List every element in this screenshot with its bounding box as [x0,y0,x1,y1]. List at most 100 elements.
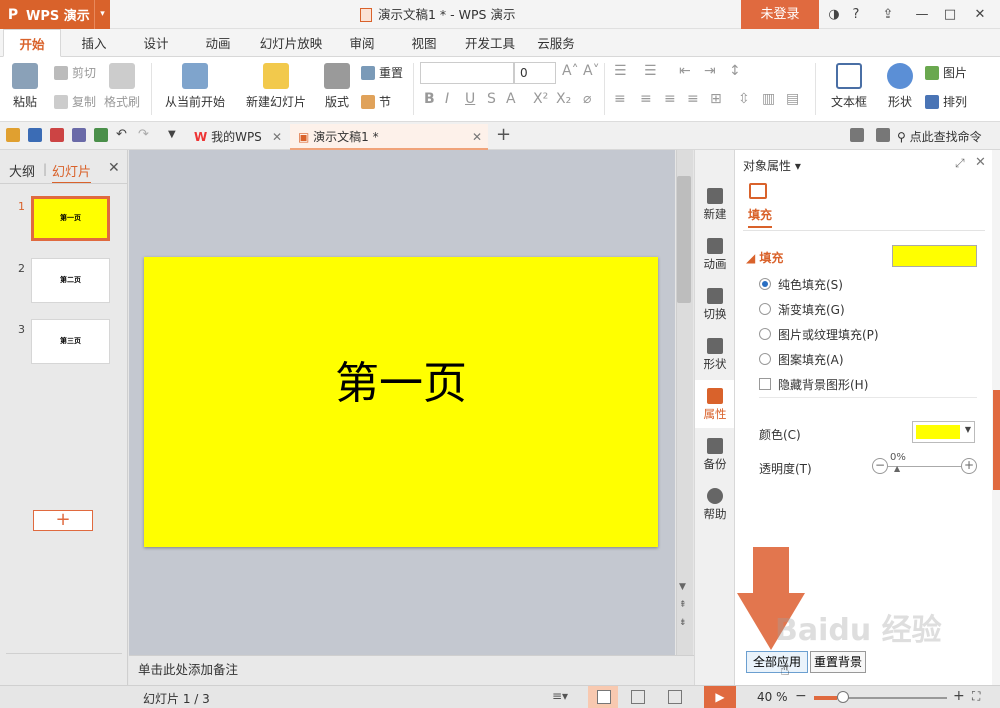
close-pane-icon[interactable]: ✕ [975,155,986,170]
shape-button[interactable]: 形状 [880,63,920,110]
app-menu-button[interactable]: P WPS 演示 ▾ [0,0,110,29]
share-icon[interactable] [876,128,890,142]
fill-section-title[interactable]: ◢ 填充 [746,249,783,266]
maximize-button[interactable]: □ [940,0,960,29]
numbering-icon[interactable]: ☰ [644,63,657,79]
help-icon[interactable]: ? [846,0,866,29]
picture-fill-radio[interactable] [759,328,771,340]
decrease-font-icon[interactable]: A˅ [583,63,600,79]
bullets-icon[interactable]: ☰ [614,63,627,79]
next-slide-icon[interactable]: ⇟ [679,618,687,628]
app-dropdown-icon[interactable]: ▾ [94,0,110,29]
tab-developer[interactable]: 开发工具 [458,29,522,57]
redo-icon[interactable]: ↷ [138,128,152,142]
zoom-level[interactable]: 40 % [757,690,788,704]
tab-slides[interactable]: 幻灯片 [52,161,92,184]
align-center-icon[interactable]: ≡ [640,91,652,107]
slide-thumbnail-2[interactable]: 第二页 [31,258,110,303]
reset-button[interactable]: 重置 [361,64,403,81]
subscript-icon[interactable]: X₂ [556,91,571,107]
font-color-icon[interactable]: A [506,91,516,107]
paragraph-spacing-icon[interactable]: ⇳ [738,91,750,107]
print-preview-icon[interactable] [94,128,108,142]
distribute-icon[interactable]: ⊞ [710,91,722,107]
skin-icon[interactable]: ◑ [824,0,844,29]
close-panel-icon[interactable]: ✕ [108,160,120,176]
side-help[interactable]: 帮助 [695,488,735,522]
side-properties[interactable]: 属性 [695,380,735,428]
save-icon[interactable] [28,128,42,142]
text-box-button[interactable]: 文本框 [824,63,874,110]
cut-button[interactable]: 剪切 [54,64,96,81]
clear-format-icon[interactable]: ⌀ [583,91,591,107]
slide-thumbnail-3[interactable]: 第三页 [31,319,110,364]
arrange-button[interactable]: 排列 [925,93,967,110]
section-button[interactable]: 节 [361,93,391,110]
tab-animation[interactable]: 动画 [192,29,244,57]
hide-bg-checkbox[interactable] [759,378,771,390]
undo-icon[interactable]: ↶ [116,128,130,142]
picture-button[interactable]: 图片 [925,64,967,81]
side-shape[interactable]: 形状 [695,338,735,372]
prev-slide-icon[interactable]: ⇞ [679,600,687,610]
transparency-plus-icon[interactable]: + [961,458,977,474]
zoom-slider-thumb[interactable] [837,691,849,703]
login-button[interactable]: 未登录 [741,0,819,29]
layout-button[interactable]: 版式 [318,63,356,110]
scrollbar-thumb[interactable] [677,176,691,303]
shadow-icon[interactable]: S [487,91,496,107]
side-animation[interactable]: 动画 [695,238,735,272]
gradient-fill-radio[interactable] [759,303,771,315]
justify-icon[interactable]: ≡ [687,91,699,107]
italic-icon[interactable]: I [445,91,449,107]
side-transition[interactable]: 切换 [695,288,735,322]
columns-icon[interactable]: ▥ [762,91,775,107]
new-slide-button[interactable]: 新建幻灯片 [238,63,314,110]
slide-title[interactable]: 第一页 [144,347,658,411]
tab-review[interactable]: 审阅 [336,29,388,57]
scroll-down-icon[interactable]: ▼ [679,582,686,592]
open-icon[interactable] [6,128,20,142]
tab-home[interactable]: 开始 [3,29,61,57]
text-direction-icon[interactable]: ▤ [786,91,799,107]
doc-tab-mywps[interactable]: W 我的WPS ✕ [186,124,288,150]
export-pdf-icon[interactable] [50,128,64,142]
fill-color-swatch[interactable] [892,245,977,267]
tab-insert[interactable]: 插入 [68,29,120,57]
customize-dropdown-icon[interactable]: ▼ [168,128,182,142]
side-new[interactable]: 新建 [695,188,735,222]
doc-tab-presentation[interactable]: ▣ 演示文稿1 * ✕ [290,124,488,150]
print-icon[interactable] [72,128,86,142]
color-picker[interactable]: ▼ [912,421,975,443]
notes-area[interactable]: 单击此处添加备注 [129,655,694,685]
align-left-icon[interactable]: ≡ [614,91,626,107]
line-spacing-icon[interactable]: ↕ [729,63,741,79]
align-right-icon[interactable]: ≡ [664,91,676,107]
slide-sorter-icon[interactable] [631,690,645,704]
underline-icon[interactable]: U [465,91,475,107]
tab-design[interactable]: 设计 [130,29,182,57]
reset-background-button[interactable]: 重置背景 [810,651,866,673]
current-slide[interactable]: 第一页 [144,257,658,547]
play-from-current-button[interactable]: 从当前开始 [158,63,232,110]
superscript-icon[interactable]: X² [533,91,548,107]
zoom-in-icon[interactable]: + [953,688,965,704]
pin-icon[interactable] [850,128,864,142]
play-slideshow-button[interactable]: ▶ [704,686,736,708]
tab-view[interactable]: 视图 [398,29,450,57]
side-backup[interactable]: 备份 [695,438,735,472]
add-slide-button[interactable]: + [33,510,93,531]
view-options-icon[interactable]: ≡▾ [552,689,568,703]
pane-collapse-tab[interactable] [993,390,1000,490]
decrease-indent-icon[interactable]: ⇤ [679,63,691,79]
close-tab-icon[interactable]: ✕ [472,124,482,150]
tab-fill[interactable]: 填充 [748,206,773,228]
properties-header[interactable]: 对象属性 ▾ [743,157,801,174]
close-button[interactable]: ✕ [970,0,990,29]
pattern-fill-radio[interactable] [759,353,771,365]
minimize-button[interactable]: — [912,0,932,29]
tab-outline[interactable]: 大纲 [9,161,35,180]
new-tab-icon[interactable]: + [496,124,511,145]
slide-thumbnail-1[interactable]: 第一页 [31,196,110,241]
font-size-input[interactable]: 0 [514,62,556,84]
